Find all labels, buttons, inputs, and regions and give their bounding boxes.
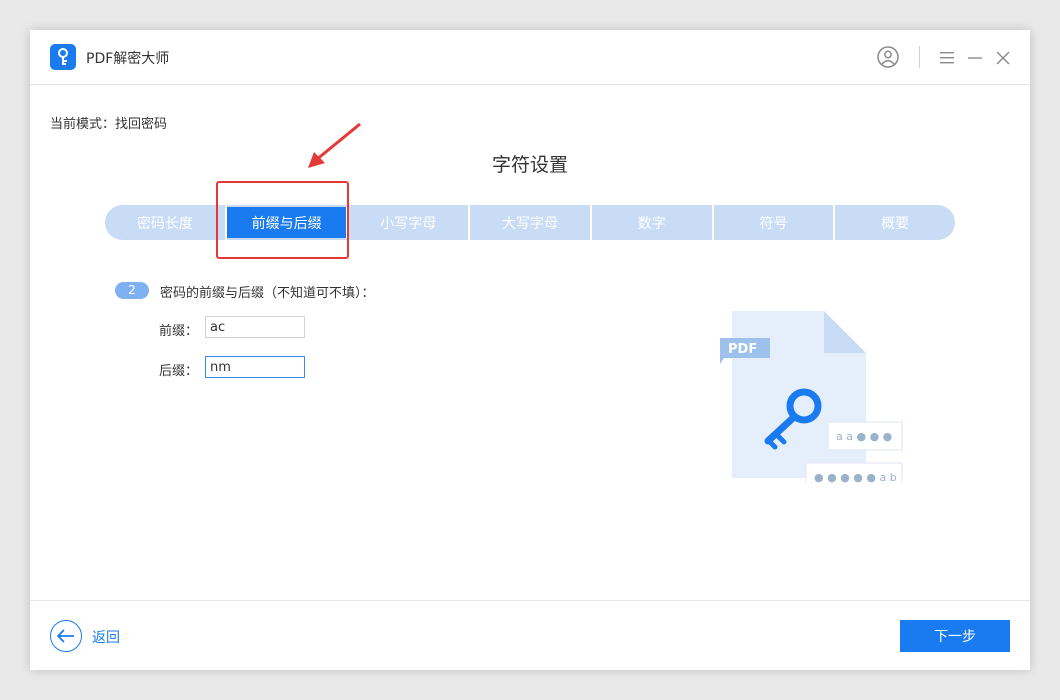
step-number-badge: 2 xyxy=(115,282,149,299)
back-button[interactable] xyxy=(50,620,82,652)
app-window: PDF解密大师 当前模式：找回密码 字符设置 密码长度 前缀与后缀 小写字母 大… xyxy=(30,30,1030,670)
tab-lowercase[interactable]: 小写字母 xyxy=(348,205,471,240)
suffix-label: 后缀： xyxy=(159,364,199,379)
back-label[interactable]: 返回 xyxy=(92,627,120,647)
tab-password-length[interactable]: 密码长度 xyxy=(105,205,227,240)
app-logo-icon xyxy=(50,44,76,70)
arrow-left-icon xyxy=(57,629,74,643)
red-arrow-annotation xyxy=(308,122,361,168)
prefix-input[interactable] xyxy=(205,316,305,338)
prefix-suffix-question: 密码的前缀与后缀（不知道可不填）： xyxy=(160,286,375,301)
pattern-top-text: a a ● ● ● xyxy=(836,430,892,443)
current-mode-text: 当前模式：找回密码 xyxy=(50,117,168,132)
app-title: PDF解密大师 xyxy=(86,51,170,67)
prefix-label: 前缀： xyxy=(159,324,199,339)
tab-uppercase[interactable]: 大写字母 xyxy=(470,205,592,240)
suffix-input[interactable] xyxy=(205,356,305,378)
titlebar-divider xyxy=(919,46,920,68)
menu-icon[interactable] xyxy=(940,50,954,69)
pdf-label: PDF xyxy=(728,342,757,357)
tab-symbols[interactable]: 符号 xyxy=(714,205,836,240)
section-title: 字符设置 xyxy=(491,154,568,176)
user-account-icon[interactable] xyxy=(877,46,899,72)
next-button[interactable]: 下一步 xyxy=(900,620,1010,652)
close-icon[interactable] xyxy=(996,50,1010,69)
footer-divider xyxy=(30,600,1030,601)
pattern-bottom-text: ● ● ● ● ● a b xyxy=(814,471,897,483)
tab-summary[interactable]: 概要 xyxy=(835,205,955,240)
minimize-icon[interactable] xyxy=(968,50,982,69)
title-bar: PDF解密大师 xyxy=(30,30,1030,85)
highlight-box-annotation xyxy=(216,181,349,259)
tab-digits[interactable]: 数字 xyxy=(592,205,714,240)
pdf-key-illustration: PDF a a ● ● ● ● ● ● ● ● a b xyxy=(720,311,903,483)
